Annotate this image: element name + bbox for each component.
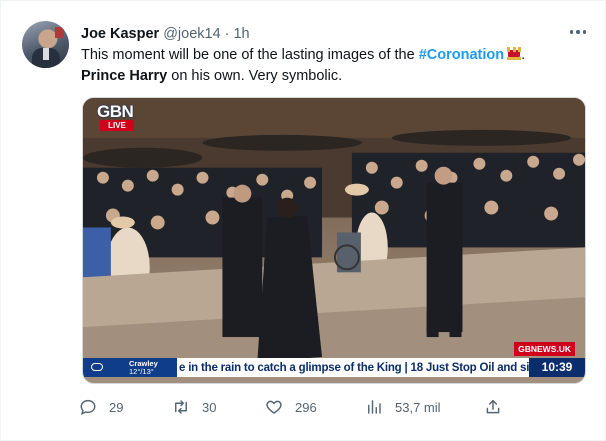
more-dots-icon[interactable] bbox=[567, 23, 589, 41]
video-frame[interactable]: GBN LIVE GBNEWS.UK Crawley 12°/13° e in … bbox=[82, 97, 586, 384]
news-ticker: Crawley 12°/13° e in the rain to catch a… bbox=[83, 358, 585, 377]
live-badge: LIVE bbox=[100, 120, 134, 131]
share-icon bbox=[486, 399, 500, 414]
reply-count: 29 bbox=[109, 399, 124, 415]
tweet-card[interactable]: Joe Kasper @joek14 · 1h This moment will… bbox=[0, 0, 606, 441]
ticker-headline: e in the rain to catch a glimpse of the … bbox=[179, 361, 529, 374]
tweet-text: This moment will be one of the lasting i… bbox=[81, 45, 586, 87]
more-dot bbox=[569, 30, 574, 34]
ticker-clock: 10:39 bbox=[529, 358, 585, 377]
more-dot bbox=[582, 30, 587, 34]
like-button[interactable]: 296 bbox=[265, 396, 317, 418]
reply-icon bbox=[80, 399, 96, 416]
heart-icon bbox=[266, 400, 282, 414]
retweet-count: 30 bbox=[202, 399, 217, 415]
weather-panel: Crawley 12°/13° bbox=[83, 358, 177, 377]
crown-emoji-icon bbox=[507, 47, 522, 60]
separator-dot: · bbox=[224, 26, 230, 42]
tweet-header: Joe Kasper @joek14 · 1h bbox=[81, 25, 250, 43]
channel-logo: GBN LIVE bbox=[83, 102, 135, 131]
share-button[interactable] bbox=[484, 396, 502, 418]
tweet-actions: 29 30 296 53,7 mil bbox=[79, 396, 509, 418]
author-handle[interactable]: @joek14 bbox=[163, 26, 220, 42]
retweet-icon bbox=[175, 400, 187, 414]
hashtag-link[interactable]: #Coronation bbox=[419, 47, 504, 63]
reply-button[interactable]: 29 bbox=[79, 396, 123, 418]
more-dot bbox=[576, 30, 580, 34]
tweet-text-period: . bbox=[521, 47, 526, 63]
cloud-icon bbox=[91, 363, 103, 371]
views-button[interactable]: 53,7 mil bbox=[365, 396, 441, 418]
tweet-timestamp[interactable]: 1h bbox=[233, 26, 249, 42]
retweet-button[interactable]: 30 bbox=[172, 396, 216, 418]
tweet-text-line1: This moment will be one of the lasting i… bbox=[81, 47, 419, 63]
tweet-text-line2: on his own. Very symbolic. bbox=[167, 68, 343, 84]
channel-url-tag: GBNEWS.UK bbox=[514, 342, 575, 356]
avatar[interactable] bbox=[22, 21, 69, 68]
gbn-logo-text: GBN bbox=[97, 102, 134, 121]
avatar-flag bbox=[55, 27, 64, 38]
avatar-shirt bbox=[43, 48, 49, 60]
weather-temp: 12°/13° bbox=[129, 367, 154, 376]
views-count: 53,7 mil bbox=[395, 399, 441, 415]
crowd-scene bbox=[83, 98, 585, 383]
mention-prince-harry: Prince Harry bbox=[81, 68, 168, 84]
views-icon bbox=[368, 400, 381, 414]
author-name[interactable]: Joe Kasper bbox=[81, 26, 159, 42]
like-count: 296 bbox=[295, 399, 317, 415]
